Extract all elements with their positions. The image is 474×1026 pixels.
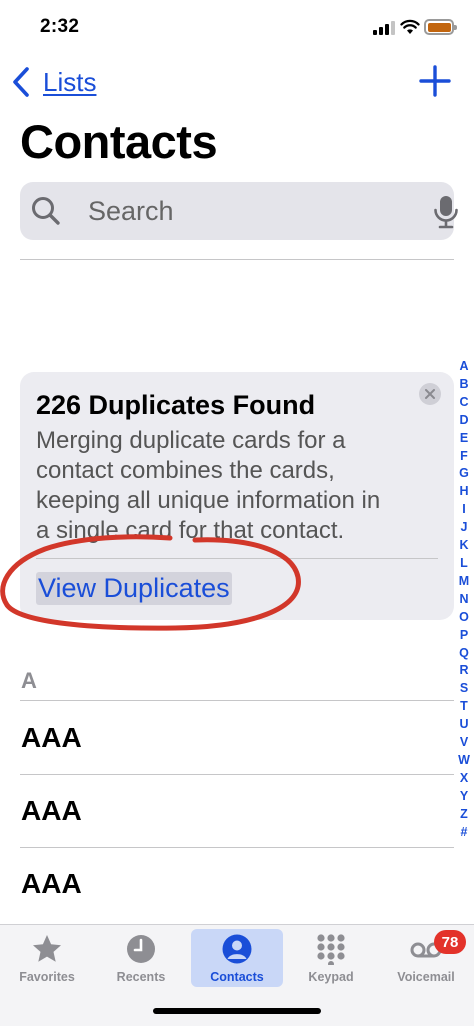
tab-label: Voicemail	[397, 970, 455, 984]
duplicates-card: 226 Duplicates Found Merging duplicate c…	[20, 372, 454, 620]
index-letter[interactable]: U	[459, 716, 468, 734]
duplicates-description: Merging duplicate cards for a contact co…	[36, 426, 441, 546]
index-letter[interactable]: I	[462, 501, 465, 519]
tab-recents[interactable]: Recents	[95, 929, 187, 987]
index-letter[interactable]: L	[460, 555, 468, 573]
index-letter[interactable]: A	[459, 358, 468, 376]
contact-name: AAA	[21, 722, 82, 753]
section-header: A	[21, 668, 37, 693]
back-button[interactable]: Lists	[10, 62, 96, 102]
back-button-label: Lists	[43, 66, 97, 97]
wifi-icon	[400, 19, 420, 34]
tab-keypad[interactable]: Keypad	[285, 929, 377, 987]
home-indicator[interactable]	[153, 1008, 321, 1014]
index-letter[interactable]: H	[459, 483, 468, 501]
index-letter[interactable]: N	[459, 591, 468, 609]
search-placeholder: Search	[88, 196, 174, 226]
index-letter[interactable]: R	[459, 662, 468, 680]
battery-icon	[424, 19, 457, 35]
index-letter[interactable]: V	[460, 734, 468, 752]
duplicates-description-line: contact combines the cards,	[36, 457, 335, 484]
microphone-icon[interactable]	[431, 194, 461, 230]
contact-name: AAA	[21, 868, 82, 899]
duplicates-description-line: keeping all unique information in	[36, 487, 381, 514]
index-letter[interactable]: Z	[460, 806, 468, 824]
index-letter[interactable]: W	[458, 752, 470, 770]
voicemail-badge: 78	[434, 930, 466, 954]
chevron-left-icon	[13, 67, 29, 97]
contact-row[interactable]: AAA	[20, 702, 454, 774]
index-letter[interactable]: E	[460, 430, 468, 448]
search-input[interactable]: Search	[20, 182, 458, 240]
index-letter[interactable]: Y	[460, 788, 468, 806]
alphabet-index[interactable]: A B C D E F G H I J K L M N O P Q R S T U V W X Y Z #	[454, 358, 474, 841]
index-letter[interactable]: T	[460, 698, 468, 716]
star-icon	[33, 935, 61, 962]
index-letter[interactable]: D	[459, 412, 468, 430]
cellular-signal-icon	[373, 21, 395, 35]
battery-level	[427, 22, 451, 32]
index-letter[interactable]: S	[460, 680, 468, 698]
close-button[interactable]	[419, 383, 441, 405]
contact-row[interactable]: AAA	[20, 775, 454, 847]
search-divider	[20, 259, 454, 260]
keypad-icon	[317, 934, 345, 965]
tab-favorites[interactable]: Favorites	[1, 929, 93, 987]
search-icon	[32, 197, 60, 225]
index-letter[interactable]: P	[460, 627, 468, 645]
view-duplicates-button[interactable]: View Duplicates	[36, 572, 232, 605]
plus-icon[interactable]	[418, 64, 452, 98]
clock-icon	[127, 935, 155, 963]
index-letter[interactable]: J	[461, 519, 468, 537]
close-icon	[425, 389, 435, 399]
index-letter[interactable]: G	[459, 465, 469, 483]
person-circle-icon	[222, 934, 252, 964]
tab-contacts[interactable]: Contacts	[191, 929, 283, 987]
row-divider	[20, 700, 454, 701]
tab-label: Recents	[116, 970, 166, 984]
tab-label: Contacts	[210, 970, 264, 984]
contact-name: AAA	[21, 795, 82, 826]
index-letter[interactable]: #	[461, 824, 468, 842]
card-divider	[36, 558, 438, 559]
index-letter[interactable]: B	[459, 376, 468, 394]
index-letter[interactable]: X	[460, 770, 468, 788]
index-letter[interactable]: O	[459, 609, 469, 627]
duplicates-description-line: Merging duplicate cards for a	[36, 427, 346, 454]
status-time: 2:32	[40, 16, 80, 37]
tab-label: Keypad	[308, 970, 354, 984]
page-title: Contacts	[20, 115, 218, 168]
duplicates-title: 226 Duplicates Found	[36, 390, 316, 420]
status-bar: 2:32	[0, 0, 474, 56]
tab-label: Favorites	[19, 970, 75, 984]
index-letter[interactable]: K	[459, 537, 468, 555]
index-letter[interactable]: F	[460, 448, 468, 466]
index-letter[interactable]: M	[459, 573, 469, 591]
index-letter[interactable]: C	[459, 394, 468, 412]
duplicates-description-line: a single card for that contact.	[36, 517, 345, 544]
index-letter[interactable]: Q	[459, 645, 469, 663]
contact-row[interactable]: AAA	[20, 848, 454, 920]
